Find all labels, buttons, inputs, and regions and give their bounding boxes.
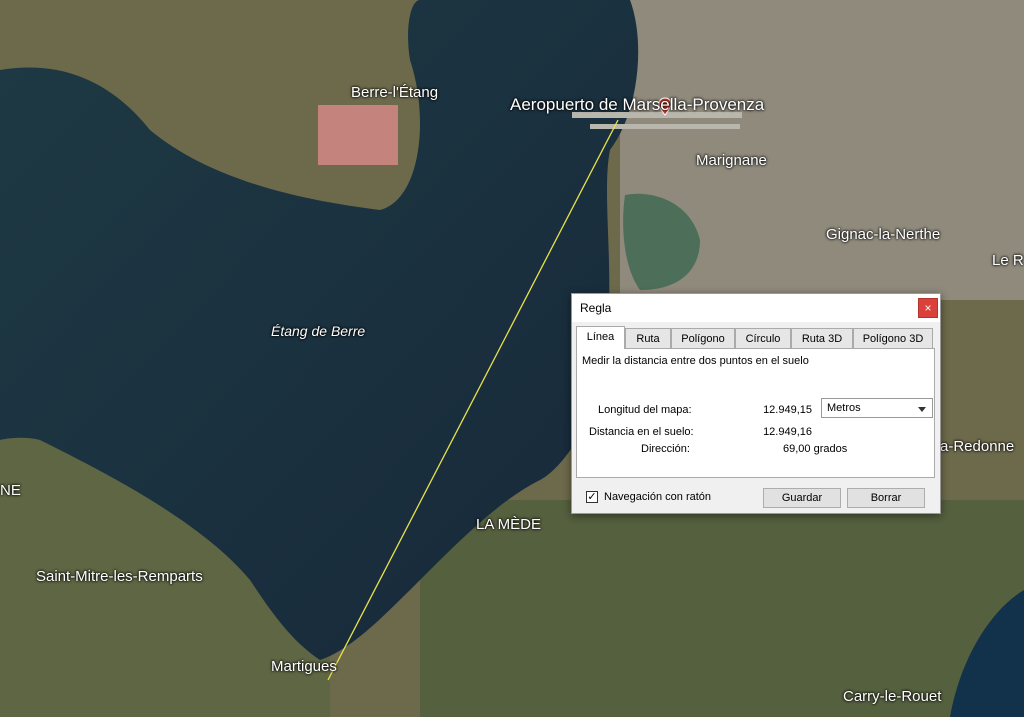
tab-poligono[interactable]: Polígono: [671, 328, 735, 348]
place-label-gignac: Gignac-la-Nerthe: [826, 226, 941, 243]
heading-value: 69,00 grados: [783, 443, 848, 455]
tab-ruta-3d[interactable]: Ruta 3D: [791, 328, 853, 348]
dialog-title: Regla: [580, 301, 612, 315]
unit-select-value: Metros: [827, 402, 861, 414]
heading-label: Dirección:: [641, 443, 690, 455]
place-label-saintmitre: Saint-Mitre-les-Remparts: [36, 568, 203, 585]
place-label-lamede: LA MÈDE: [476, 516, 542, 533]
place-label-ne: NE: [0, 482, 21, 499]
tab-circulo[interactable]: Círculo: [735, 328, 791, 348]
place-label-berre: Berre-l'Étang: [351, 84, 439, 101]
place-label-carry: Carry-le-Rouet: [843, 688, 942, 705]
ground-distance-label: Distancia en el suelo:: [589, 426, 694, 438]
unit-select[interactable]: Metros: [821, 398, 933, 418]
ground-distance-value: 12.949,16: [763, 426, 812, 438]
place-label-redonne: a-Redonne: [940, 438, 1015, 455]
tab-linea[interactable]: Línea: [576, 326, 625, 349]
dialog-title-bar[interactable]: Regla ×: [572, 294, 940, 322]
tab-poligono-3d[interactable]: Polígono 3D: [853, 328, 933, 348]
save-button[interactable]: Guardar: [763, 488, 841, 508]
place-label-martigues: Martigues: [271, 658, 337, 675]
map-length-label: Longitud del mapa:: [598, 404, 692, 416]
measure-description: Medir la distancia entre dos puntos en e…: [582, 355, 809, 367]
ruler-dialog: Regla × Línea Ruta Polígono Círculo Ruta…: [571, 293, 941, 514]
tab-panel-linea: Medir la distancia entre dos puntos en e…: [576, 348, 935, 478]
chevron-down-icon: [918, 407, 926, 412]
tab-bar: Línea Ruta Polígono Círculo Ruta 3D Polí…: [576, 326, 936, 349]
clear-button[interactable]: Borrar: [847, 488, 925, 508]
mouse-navigation-label[interactable]: Navegación con ratón: [604, 491, 711, 503]
place-label-marignane: Marignane: [696, 152, 767, 169]
tab-ruta[interactable]: Ruta: [625, 328, 671, 348]
runway-2: [590, 124, 740, 129]
close-button[interactable]: ×: [918, 298, 938, 318]
place-label-airport: Aeropuerto de Marsella-Provenza: [510, 95, 765, 114]
place-label-re: Le R: [992, 252, 1024, 269]
map-length-value: 12.949,15: [763, 404, 812, 416]
salt-pans: [318, 105, 398, 165]
place-label-etang: Étang de Berre: [271, 323, 366, 339]
mouse-navigation-checkbox[interactable]: ✓: [586, 491, 598, 503]
